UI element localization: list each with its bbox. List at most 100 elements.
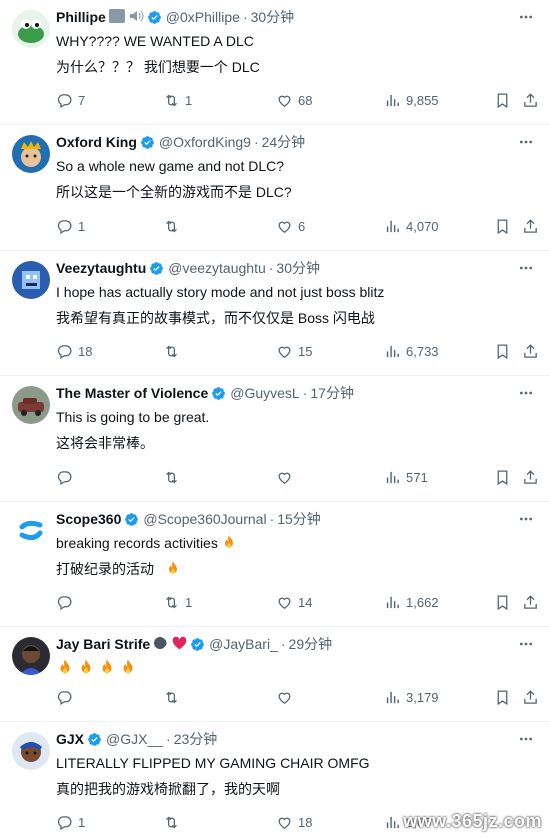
author-name[interactable]: Veezytaughtu — [56, 260, 146, 276]
view-count: 3,179 — [406, 689, 439, 705]
timestamp[interactable]: 23分钟 — [174, 729, 218, 749]
bookmark-button[interactable] — [494, 90, 511, 110]
tweet-text: So a whole new game and not DLC? — [56, 158, 285, 174]
tweet[interactable]: Oxford King @OxfordKing9 · 24分钟 So a who… — [0, 125, 550, 251]
like-button[interactable] — [276, 467, 298, 487]
heart-icon — [276, 218, 293, 235]
author-handle[interactable]: @OxfordKing9 — [159, 134, 251, 150]
avatar[interactable] — [12, 512, 50, 550]
retweet-button[interactable] — [163, 341, 185, 361]
bookmark-button[interactable] — [494, 341, 511, 361]
author-name[interactable]: GJX — [56, 731, 84, 747]
fire-emoji-icon — [77, 658, 95, 676]
separator-dot: · — [166, 731, 171, 747]
tweet[interactable]: The Master of Violence @GuyvesL · 17分钟 T… — [0, 376, 550, 502]
tweet[interactable]: Scope360 @Scope360Journal · 15分钟 breakin… — [0, 502, 550, 627]
avatar[interactable] — [12, 261, 50, 299]
like-button[interactable]: 14 — [276, 592, 312, 612]
share-button[interactable] — [522, 216, 539, 236]
avatar[interactable] — [12, 10, 50, 48]
more-icon[interactable] — [516, 385, 536, 401]
views-button[interactable]: 6,733 — [384, 341, 439, 361]
author-handle[interactable]: @veezytaughtu — [168, 260, 266, 276]
bookmark-button[interactable] — [494, 467, 511, 487]
timestamp[interactable]: 29分钟 — [289, 634, 333, 654]
author-handle[interactable]: @GJX__ — [106, 731, 163, 747]
avatar[interactable] — [12, 135, 50, 173]
reply-button[interactable] — [56, 687, 78, 707]
tweet[interactable]: Jay Bari Strife @JayBari_ · 29分钟 3,179 — [0, 627, 550, 722]
reply-button[interactable]: 1 — [56, 216, 85, 236]
tweet-text: This is going to be great. — [56, 409, 210, 425]
share-button[interactable] — [522, 592, 539, 612]
author-name[interactable]: Oxford King — [56, 134, 137, 150]
bookmark-button[interactable] — [494, 216, 511, 236]
views-button[interactable]: 4,070 — [384, 216, 439, 236]
reply-icon — [56, 469, 73, 486]
more-icon[interactable] — [516, 731, 536, 747]
views-icon — [384, 594, 401, 611]
avatar[interactable] — [12, 637, 50, 675]
fire-emoji-icon — [119, 658, 137, 676]
share-button[interactable] — [522, 341, 539, 361]
author-name[interactable]: Jay Bari Strife — [56, 636, 150, 652]
like-button[interactable] — [276, 687, 298, 707]
flag-emoji-icon — [108, 8, 125, 26]
reply-count: 7 — [78, 92, 86, 108]
tweet[interactable]: Veezytaughtu @veezytaughtu · 30分钟 I hope… — [0, 251, 550, 376]
author-handle[interactable]: @0xPhillipe — [166, 9, 240, 25]
share-button[interactable] — [522, 467, 539, 487]
retweet-button[interactable] — [163, 812, 185, 832]
views-button[interactable]: 571 — [384, 467, 428, 487]
more-icon[interactable] — [516, 511, 536, 527]
like-count: 68 — [298, 92, 313, 108]
author-handle[interactable]: @JayBari_ — [209, 636, 278, 652]
like-button[interactable]: 68 — [276, 90, 312, 110]
views-button[interactable]: 9,855 — [384, 90, 439, 110]
like-button[interactable]: 18 — [276, 812, 312, 832]
like-button[interactable]: 15 — [276, 341, 312, 361]
share-icon — [522, 218, 539, 235]
tweet[interactable]: GJX @GJX__ · 23分钟 LITERALLY FLIPPED MY G… — [0, 722, 550, 838]
retweet-icon — [163, 689, 180, 706]
share-button[interactable] — [522, 687, 539, 707]
retweet-button[interactable] — [163, 467, 185, 487]
author-name[interactable]: Phillipe — [56, 9, 106, 25]
tweet[interactable]: Phillipe @0xPhillipe · 30分钟 WHY???? WE W… — [0, 0, 550, 125]
verified-icon — [190, 637, 205, 652]
author-name[interactable]: The Master of Violence — [56, 385, 208, 401]
share-button[interactable] — [522, 90, 539, 110]
timestamp[interactable]: 15分钟 — [277, 509, 321, 529]
retweet-button[interactable] — [163, 216, 185, 236]
timestamp[interactable]: 30分钟 — [251, 7, 295, 27]
like-button[interactable]: 6 — [276, 216, 305, 236]
timestamp[interactable]: 17分钟 — [310, 383, 354, 403]
timestamp[interactable]: 30分钟 — [276, 258, 320, 278]
avatar[interactable] — [12, 732, 50, 770]
reply-count: 1 — [78, 814, 86, 830]
more-icon[interactable] — [516, 636, 536, 652]
reply-button[interactable] — [56, 467, 78, 487]
avatar[interactable] — [12, 386, 50, 424]
reply-button[interactable] — [56, 592, 78, 612]
views-button[interactable]: 1,662 — [384, 592, 439, 612]
author-handle[interactable]: @GuyvesL — [230, 385, 299, 401]
author-handle[interactable]: @Scope360Journal — [143, 511, 266, 527]
reply-button[interactable]: 18 — [56, 341, 92, 361]
retweet-button[interactable] — [163, 687, 185, 707]
more-icon[interactable] — [516, 134, 536, 150]
bookmark-button[interactable] — [494, 687, 511, 707]
bookmark-icon — [494, 469, 511, 486]
author-name[interactable]: Scope360 — [56, 511, 121, 527]
timestamp[interactable]: 24分钟 — [262, 132, 306, 152]
reply-button[interactable]: 1 — [56, 812, 85, 832]
retweet-button[interactable]: 1 — [163, 90, 192, 110]
separator-dot: · — [268, 260, 274, 276]
more-icon[interactable] — [516, 9, 536, 25]
like-count: 6 — [298, 218, 306, 234]
more-icon[interactable] — [516, 260, 536, 276]
views-button[interactable]: 3,179 — [384, 687, 439, 707]
retweet-button[interactable]: 1 — [163, 592, 192, 612]
reply-button[interactable]: 7 — [56, 90, 85, 110]
bookmark-button[interactable] — [494, 592, 511, 612]
